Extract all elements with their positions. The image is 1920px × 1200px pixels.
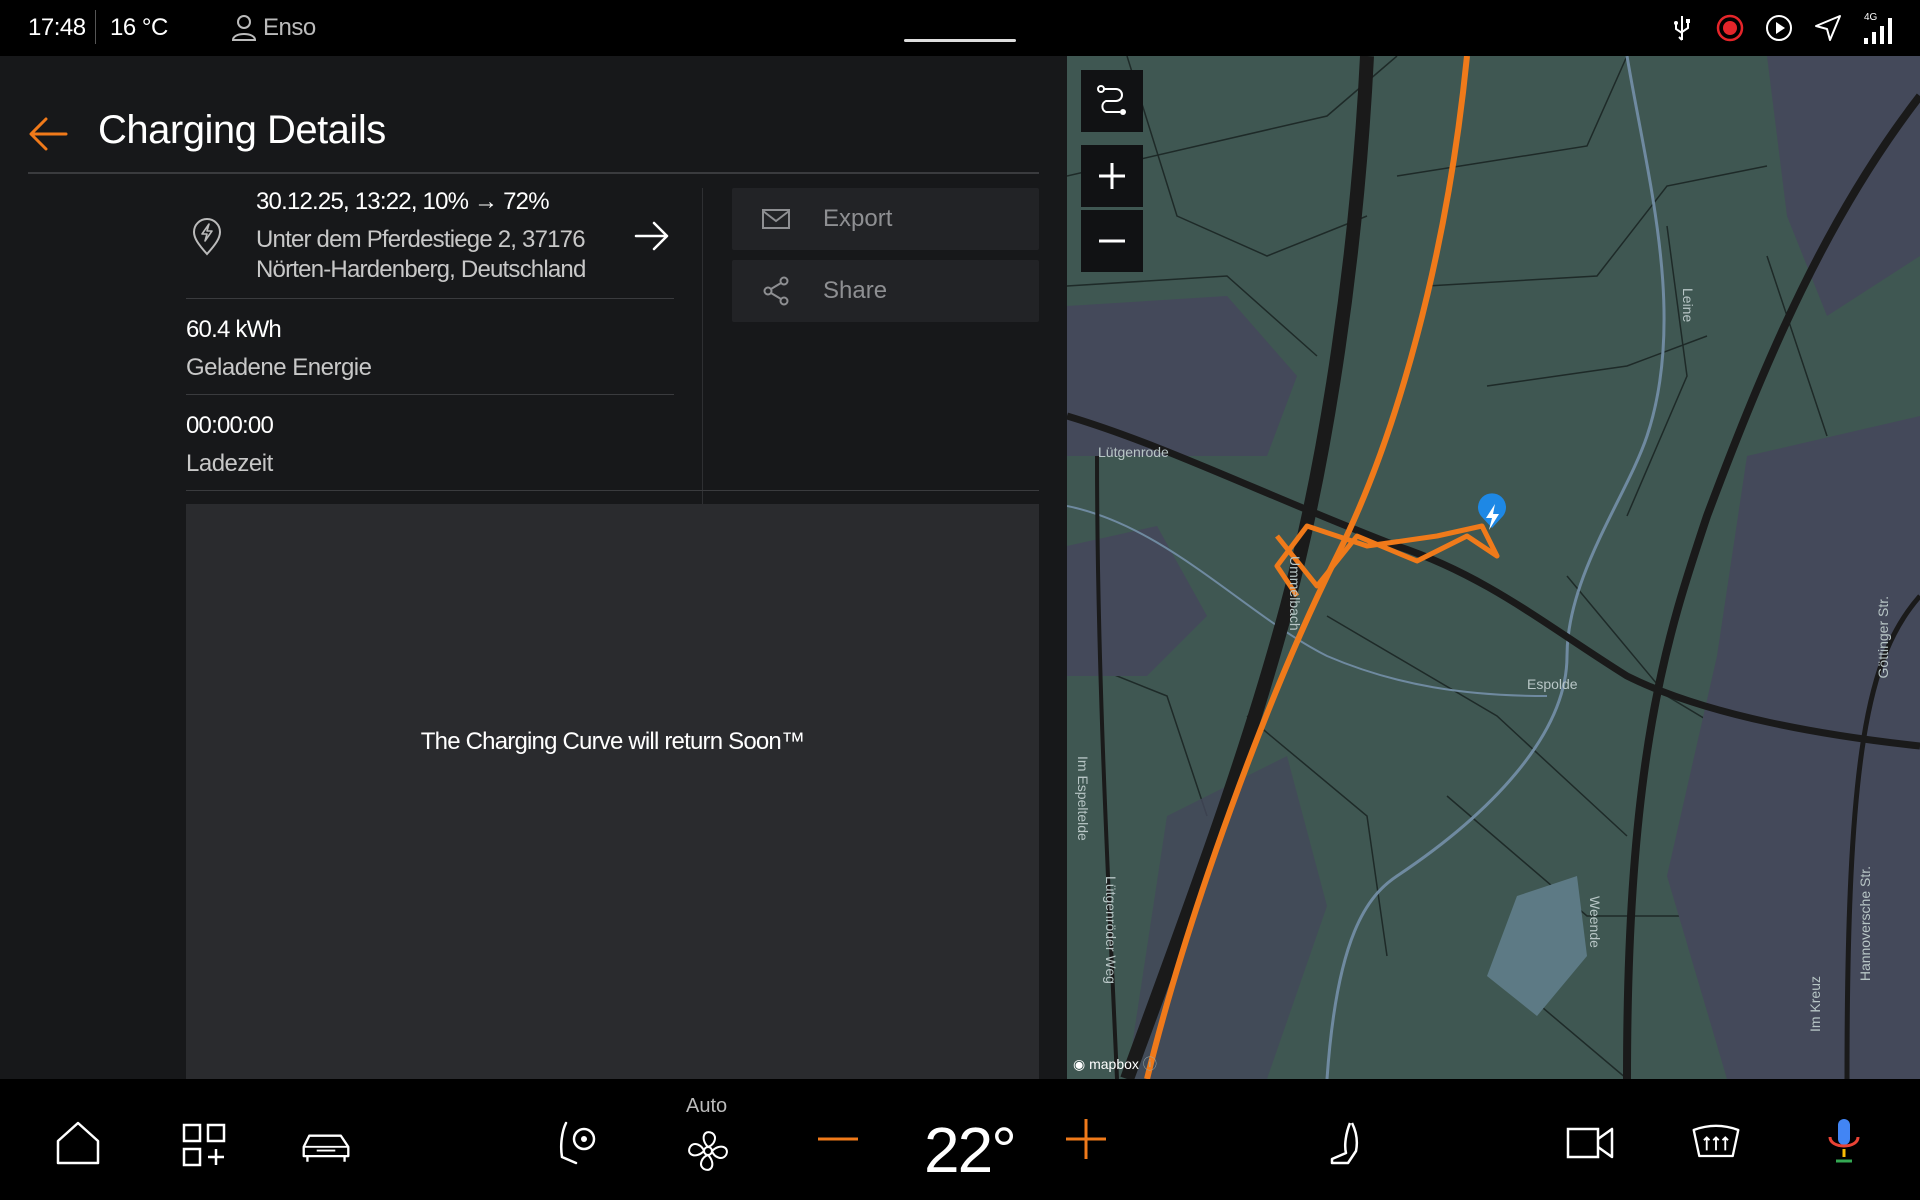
map-label-street: Im Espeltelde bbox=[1075, 756, 1091, 841]
status-bar: 17:48 16 °C Enso 4G bbox=[0, 0, 1920, 56]
mapbox-label: mapbox bbox=[1089, 1056, 1139, 1072]
seat-heater-icon[interactable] bbox=[1320, 1117, 1372, 1169]
rear-defrost-icon[interactable] bbox=[1690, 1117, 1742, 1169]
recording-icon bbox=[1716, 14, 1744, 42]
drag-handle[interactable] bbox=[904, 39, 1016, 42]
cellular-signal-icon: 4G bbox=[1862, 8, 1902, 48]
info-icon[interactable]: ⓘ bbox=[1143, 1056, 1157, 1072]
minus-icon bbox=[1099, 239, 1125, 243]
address-line-2: Nörten-Hardenberg, Deutschland bbox=[256, 256, 586, 283]
charging-curve-placeholder: The Charging Curve will return Soon™ bbox=[186, 504, 1039, 1079]
map-label-town: Lütgenrode bbox=[1098, 444, 1169, 460]
usb-icon bbox=[1674, 16, 1690, 41]
map-canvas[interactable] bbox=[1067, 56, 1920, 1079]
row-divider bbox=[186, 394, 674, 395]
map-view[interactable]: Lütgenrode Im Espeltelde Lütgenröder Weg… bbox=[1067, 56, 1920, 1079]
share-label: Share bbox=[823, 277, 888, 304]
climate-mode-label: Auto bbox=[686, 1095, 728, 1117]
share-icon bbox=[763, 276, 789, 306]
charging-curve-message: The Charging Curve will return Soon™ bbox=[420, 728, 805, 755]
car-icon[interactable] bbox=[300, 1119, 352, 1171]
outside-temperature: 16 °C bbox=[110, 14, 168, 41]
energy-value: 60.4 kWh bbox=[186, 316, 282, 343]
zoom-out-button[interactable] bbox=[1081, 210, 1143, 272]
media-play-icon bbox=[1766, 15, 1792, 41]
temperature-down-icon[interactable] bbox=[812, 1113, 864, 1165]
charging-location-icon bbox=[192, 218, 222, 256]
route-icon bbox=[1097, 85, 1126, 115]
plus-icon bbox=[1099, 163, 1125, 189]
mapbox-attribution[interactable]: ◉ mapbox ⓘ bbox=[1073, 1054, 1157, 1074]
map-label-river: Espolde bbox=[1527, 676, 1578, 692]
share-button[interactable]: Share bbox=[732, 260, 1039, 322]
navigation-icon bbox=[1815, 15, 1841, 41]
page-title: Charging Details bbox=[98, 108, 386, 152]
camera-icon[interactable] bbox=[1564, 1117, 1616, 1169]
bottom-bar: Auto 22° bbox=[0, 1079, 1920, 1200]
map-label-street: Im Kreuz bbox=[1807, 976, 1823, 1033]
mapbox-logo-icon: ◉ bbox=[1073, 1056, 1086, 1072]
back-arrow-icon[interactable] bbox=[26, 111, 72, 157]
export-button[interactable]: Export bbox=[732, 188, 1039, 250]
export-label: Export bbox=[823, 205, 893, 232]
clock: 17:48 bbox=[28, 14, 86, 41]
temperature-up-icon[interactable] bbox=[1060, 1113, 1112, 1165]
map-label-river: Weende bbox=[1587, 896, 1603, 948]
zoom-in-button[interactable] bbox=[1081, 145, 1143, 207]
title-divider bbox=[28, 172, 1039, 174]
map-label-stream: Ummelbach bbox=[1287, 556, 1303, 631]
arrow-right-icon[interactable] bbox=[632, 216, 672, 256]
map-label-street: Hannoversche Str. bbox=[1857, 866, 1873, 982]
user-name[interactable]: Enso bbox=[263, 14, 316, 42]
apps-grid-icon[interactable] bbox=[178, 1119, 230, 1171]
duration-label: Ladezeit bbox=[186, 450, 273, 477]
address-line-1: Unter dem Pferdestiege 2, 37176 bbox=[256, 226, 586, 253]
fan-icon[interactable] bbox=[682, 1125, 734, 1177]
home-icon[interactable] bbox=[52, 1117, 104, 1169]
cabin-temperature: 22° bbox=[924, 1114, 1017, 1186]
row-divider bbox=[186, 298, 674, 299]
heated-steering-seat-icon[interactable] bbox=[552, 1117, 604, 1169]
duration-value: 00:00:00 bbox=[186, 412, 274, 439]
map-label-street: Lütgenröder Weg bbox=[1103, 876, 1119, 984]
status-separator bbox=[95, 10, 96, 44]
session-summary: 30.12.25, 13:22, 10% → 72% bbox=[256, 188, 550, 215]
section-divider bbox=[186, 490, 1039, 491]
column-divider bbox=[702, 188, 703, 532]
mail-icon bbox=[762, 209, 790, 229]
route-overview-button[interactable] bbox=[1081, 70, 1143, 132]
map-label-street: Göttinger Str. bbox=[1875, 596, 1891, 679]
energy-label: Geladene Energie bbox=[186, 354, 372, 381]
charging-details-panel: Charging Details 30.12.25, 13:22, 10% → … bbox=[0, 56, 1067, 1079]
microphone-icon[interactable] bbox=[1818, 1115, 1870, 1167]
map-label-river: Leine bbox=[1680, 288, 1696, 323]
user-icon[interactable] bbox=[228, 12, 260, 44]
